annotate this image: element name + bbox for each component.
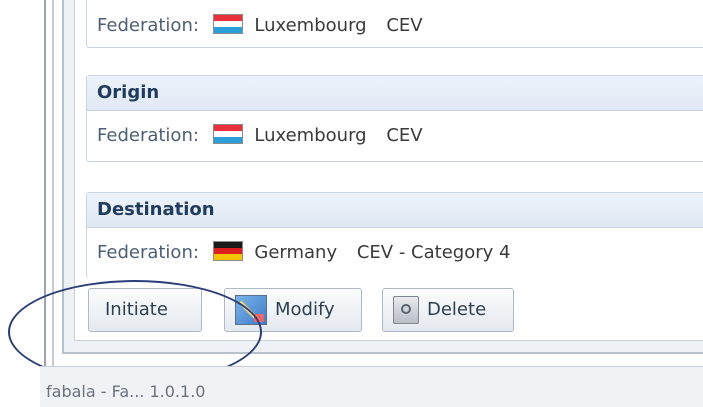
destination-header: Destination [87, 193, 703, 228]
modify-label: Modify [275, 299, 335, 320]
destination-confederation: CEV - Category 4 [356, 242, 511, 263]
luxembourg-flag-icon [212, 124, 243, 144]
origin-header: Origin [87, 76, 703, 111]
federation-section-top: Federation: Luxembourg CEV [86, 0, 703, 48]
status-bar-text: fabala - Fa... 1.0.1.0 [46, 382, 206, 401]
window-border-left [44, 0, 46, 394]
initiate-label: Initiate [105, 299, 168, 320]
germany-flag-icon [212, 241, 243, 261]
destination-country: Germany [254, 242, 338, 263]
federation-label: Federation: [97, 15, 199, 36]
destination-section: Destination Federation: Germany CEV - Ca… [86, 192, 703, 278]
delete-label: Delete [427, 299, 487, 320]
delete-button[interactable]: Delete [382, 288, 514, 332]
origin-confederation: CEV [386, 125, 423, 146]
origin-federation-row: Federation: Luxembourg CEV [87, 111, 703, 161]
origin-country: Luxembourg [254, 125, 367, 146]
federation-country: Luxembourg [254, 15, 367, 36]
destination-federation-row: Federation: Germany CEV - Category 4 [87, 228, 703, 278]
federation-row: Federation: Luxembourg CEV [87, 0, 703, 47]
initiate-button[interactable]: Initiate [88, 288, 202, 332]
destination-federation-label: Federation: [97, 242, 199, 263]
window-border-inner [52, 0, 54, 394]
origin-federation-label: Federation: [97, 125, 199, 146]
luxembourg-flag-icon [212, 14, 243, 34]
modify-icon [235, 295, 267, 325]
federation-confederation: CEV [386, 15, 423, 36]
modify-button[interactable]: Modify [224, 288, 362, 332]
origin-section: Origin Federation: Luxembourg CEV [86, 75, 703, 162]
delete-icon [393, 296, 419, 324]
